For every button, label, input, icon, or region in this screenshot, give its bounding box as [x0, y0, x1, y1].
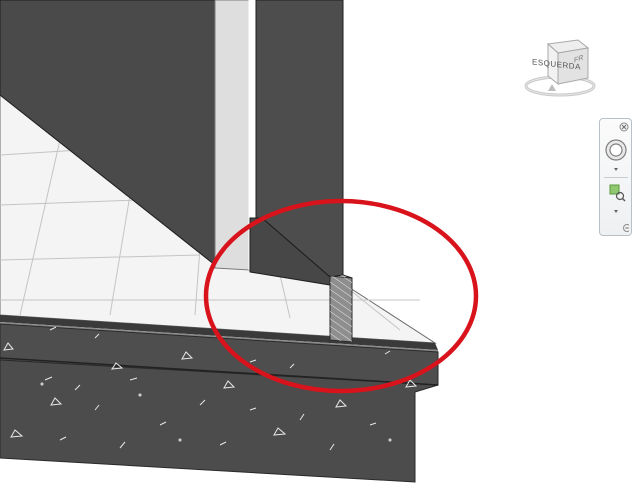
dropdown-arrow-icon[interactable]	[603, 166, 629, 174]
options-icon[interactable]	[603, 222, 629, 234]
zoom-region-icon[interactable]	[603, 183, 629, 205]
close-icon[interactable]	[603, 121, 629, 133]
viewcube[interactable]: ESQUERDA FR	[522, 36, 598, 100]
steering-wheel-icon[interactable]	[603, 137, 629, 163]
navigation-bar	[599, 118, 632, 236]
navbar-divider	[604, 177, 628, 178]
dropdown-arrow-icon[interactable]	[603, 208, 629, 216]
